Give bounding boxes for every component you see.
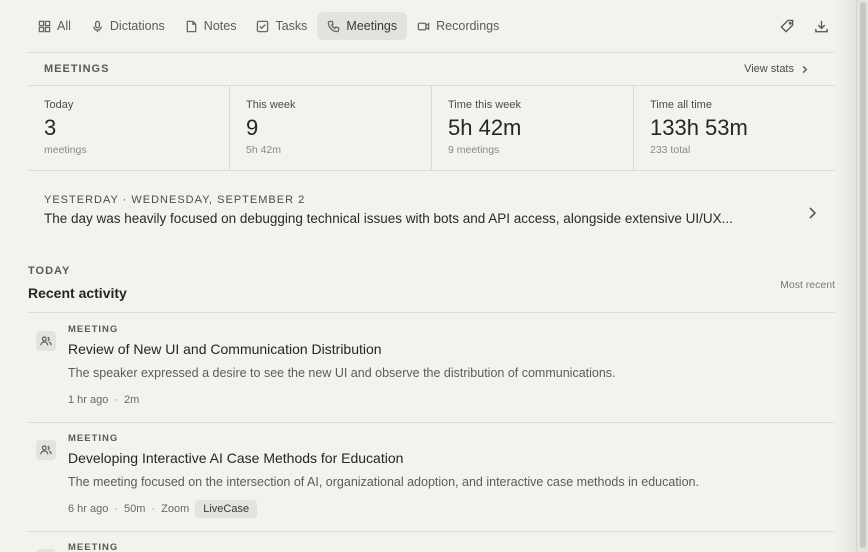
tab-all[interactable]: All — [28, 12, 81, 40]
recent-activity-header: TODAY Recent activity Most recent — [28, 265, 835, 313]
item-tag[interactable]: LiveCase — [195, 500, 258, 518]
tab-label: Recordings — [436, 19, 500, 33]
window-edge-shadow — [834, 0, 856, 552]
stats-header: MEETINGS View stats — [28, 53, 835, 86]
grid-icon — [38, 20, 51, 32]
tag-button[interactable] — [774, 13, 800, 39]
recent-activity-title: Recent activity — [28, 285, 127, 301]
tab-recordings[interactable]: Recordings — [407, 12, 509, 40]
meetings-stats-panel: MEETINGS View stats Today 3 meetings Thi… — [28, 52, 835, 171]
tab-label: Meetings — [346, 19, 398, 33]
tab-label: Notes — [203, 19, 237, 33]
list-item[interactable]: MEETING — [28, 532, 835, 552]
stat-value: 3 — [44, 115, 57, 140]
item-description: The meeting focused on the intersection … — [68, 475, 699, 489]
view-stats-label: View stats — [744, 63, 794, 75]
download-button[interactable] — [808, 13, 834, 39]
tab-label: Tasks — [275, 19, 308, 33]
tag-icon — [779, 19, 793, 33]
download-icon — [814, 20, 828, 32]
item-meta: 1 hr ago · 2m — [68, 390, 835, 410]
stat-subtext: 233 total — [650, 144, 691, 156]
chevron-right-icon[interactable] — [807, 206, 817, 220]
item-source: Zoom — [161, 503, 190, 515]
item-duration: 2m — [124, 394, 140, 406]
stat-label: Time all time — [650, 99, 712, 111]
view-stats-link[interactable]: View stats — [744, 63, 819, 75]
stat-label: This week — [246, 99, 296, 111]
activity-list: MEETING Review of New UI and Communicati… — [28, 314, 835, 552]
section-label: MEETINGS — [44, 63, 110, 75]
stat-this-week: This week 9 5h 42m — [230, 86, 432, 170]
sort-selector[interactable]: Most recent — [780, 279, 835, 291]
list-item[interactable]: MEETING Review of New UI and Communicati… — [28, 314, 835, 423]
tab-meetings[interactable]: Meetings — [317, 12, 408, 40]
toolbar-actions — [774, 13, 834, 39]
yesterday-summary[interactable]: YESTERDAY · WEDNESDAY, SEPTEMBER 2 The d… — [28, 194, 835, 234]
stat-subtext: 5h 42m — [246, 144, 282, 156]
item-title: Review of New UI and Communication Distr… — [68, 341, 382, 357]
item-description: The speaker expressed a desire to see th… — [68, 366, 616, 380]
stat-subtext: 9 meetings — [448, 144, 500, 156]
video-icon — [417, 21, 430, 31]
today-label: TODAY — [28, 265, 71, 277]
item-time: 6 hr ago — [68, 503, 109, 515]
checkbox-icon — [257, 20, 269, 32]
stat-today: Today 3 meetings — [28, 86, 230, 170]
separator: · — [114, 503, 119, 515]
people-icon — [36, 331, 56, 351]
yesterday-date-label: YESTERDAY · WEDNESDAY, SEPTEMBER 2 — [44, 194, 306, 206]
stat-value: 133h 53m — [650, 115, 748, 140]
tab-dictations[interactable]: Dictations — [81, 12, 175, 40]
separator: · — [151, 503, 156, 515]
item-title: Developing Interactive AI Case Methods f… — [68, 450, 404, 466]
stat-label: Time this week — [448, 99, 521, 111]
scrollbar-thumb[interactable] — [860, 2, 866, 548]
item-meta: 6 hr ago · 50m · Zoom LiveCase — [68, 499, 835, 519]
yesterday-summary-text: The day was heavily focused on debugging… — [44, 211, 733, 226]
stat-value: 5h 42m — [448, 115, 522, 140]
tab-notes[interactable]: Notes — [175, 12, 247, 40]
item-time: 1 hr ago — [68, 394, 109, 406]
separator: · — [114, 394, 119, 406]
stat-value: 9 — [246, 115, 259, 140]
mic-icon — [93, 20, 102, 32]
scrollbar[interactable] — [856, 0, 868, 552]
stat-time-this-week: Time this week 5h 42m 9 meetings — [432, 86, 634, 170]
stats-row: Today 3 meetings This week 9 5h 42m Time… — [28, 86, 835, 170]
phone-icon — [328, 20, 340, 32]
stat-label: Today — [44, 99, 74, 111]
note-icon — [186, 20, 197, 32]
item-type: MEETING — [68, 542, 119, 552]
item-duration: 50m — [124, 503, 146, 515]
item-type: MEETING — [68, 324, 119, 335]
stat-time-all-time: Time all time 133h 53m 233 total — [634, 86, 835, 170]
people-icon — [36, 440, 56, 460]
tab-tasks[interactable]: Tasks — [246, 12, 317, 40]
tab-label: Dictations — [109, 19, 165, 33]
tab-label: All — [57, 19, 71, 33]
stat-subtext: meetings — [44, 144, 87, 156]
list-item[interactable]: MEETING Developing Interactive AI Case M… — [28, 423, 835, 532]
filter-tab-bar: All Dictations Notes Tasks Meetings Reco… — [28, 12, 834, 40]
chevron-right-icon — [802, 65, 808, 73]
item-type: MEETING — [68, 433, 119, 444]
